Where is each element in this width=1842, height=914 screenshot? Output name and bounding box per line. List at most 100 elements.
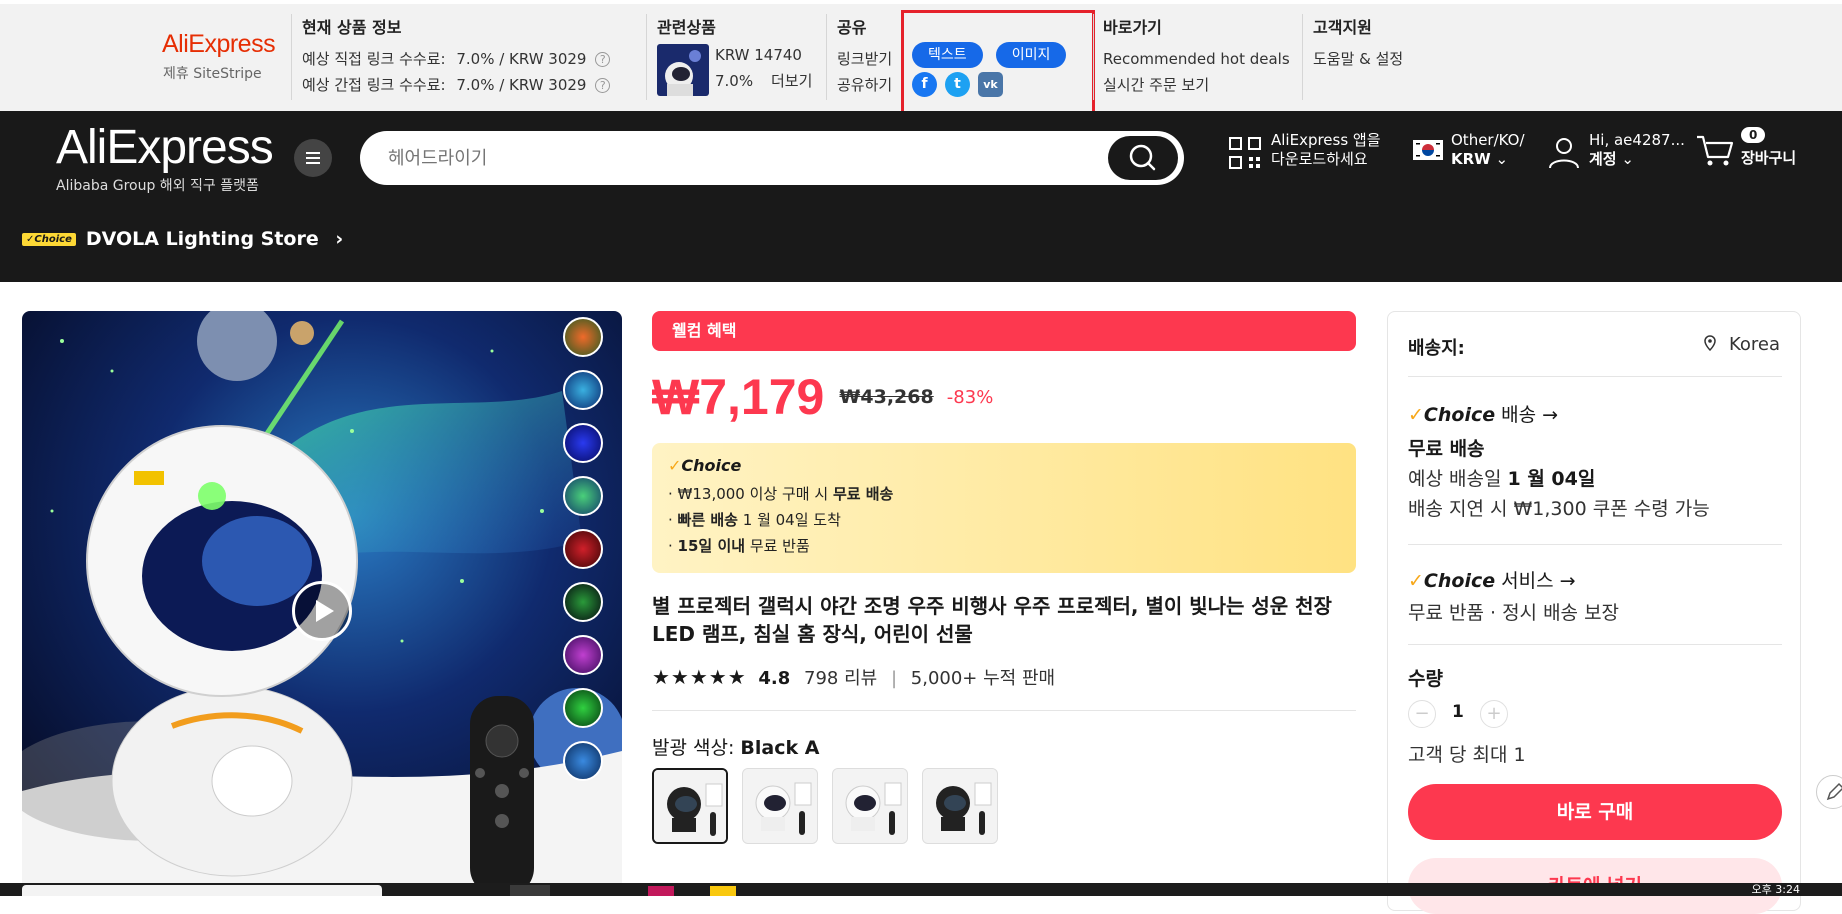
help-icon[interactable]: ? <box>595 78 611 93</box>
direct-commission-label: 예상 직접 링크 수수료: <box>302 50 446 68</box>
cart-button[interactable]: 0 장바구니 <box>1695 127 1797 168</box>
review-count[interactable]: 798 리뷰 <box>804 668 877 689</box>
direct-commission-value: 7.0% / KRW 3029 <box>456 50 587 68</box>
related-products: 관련상품 KRW 14740 7.0% 더보기 <box>657 14 817 104</box>
divider <box>646 14 647 100</box>
sold-count: 5,000+ 누적 판매 <box>910 668 1056 689</box>
sitestripe-subtitle: 제휴 SiteStripe <box>163 66 262 82</box>
taskbar-search[interactable] <box>22 885 382 896</box>
current-product-info: 현재 상품 정보 예상 직접 링크 수수료: 7.0% / KRW 3029 ?… <box>302 14 611 98</box>
thumbnail[interactable] <box>563 741 603 781</box>
choice-service-link[interactable]: ✓Choice 서비스 → <box>1408 566 1576 593</box>
account-menu[interactable]: Hi, ae4287... 계정 ⌄ <box>1547 131 1685 169</box>
site-header: AliExpress Alibaba Group 해외 직구 플랫폼 AliEx… <box>0 111 1842 282</box>
edit-button[interactable] <box>1816 775 1842 809</box>
app-download[interactable]: AliExpress 앱을 다운로드하세요 <box>1229 131 1381 169</box>
location-text: Korea <box>1728 334 1780 355</box>
region-selector[interactable]: Other/KO/ KRW ⌄ <box>1413 131 1525 169</box>
cart-icon <box>1697 135 1734 166</box>
search-button[interactable] <box>1108 136 1178 180</box>
quantity-value[interactable]: 1 <box>1452 702 1464 722</box>
system-clock[interactable]: 오후 3:24 <box>1752 881 1800 897</box>
selected-color: Black A <box>740 737 820 759</box>
variant-white-b[interactable] <box>832 768 908 844</box>
thumbnail[interactable] <box>563 423 603 463</box>
play-video-button[interactable] <box>292 581 352 641</box>
welcome-banner: 웰컴 혜택 <box>652 311 1356 351</box>
related-product-thumbnail[interactable] <box>657 44 709 96</box>
choice-badge: ✓Choice <box>22 233 76 246</box>
purchase-panel: 배송지: Korea ✓Choice 배송 → 무료 배송 예상 배송일 1 월… <box>1387 311 1801 914</box>
get-link-label: 링크받기 <box>837 50 893 68</box>
share-title: 공유 <box>837 18 867 37</box>
divider <box>1302 14 1303 100</box>
taskbar-app[interactable] <box>710 886 736 896</box>
search-bar <box>360 131 1184 185</box>
qr-code-icon <box>1229 137 1261 169</box>
divider <box>1408 376 1782 377</box>
price-block: ₩7,179 ₩43,268 -83% <box>652 368 993 426</box>
play-icon <box>316 600 334 622</box>
divider <box>1093 14 1094 100</box>
account-greeting: Hi, ae4287... <box>1589 131 1685 149</box>
decrease-button[interactable]: − <box>1408 700 1436 728</box>
menu-button[interactable] <box>294 139 332 177</box>
sitestripe-logo[interactable]: AliExpress 제휴 SiteStripe <box>162 30 290 83</box>
indirect-commission-value: 7.0% / KRW 3029 <box>456 76 587 94</box>
thumbnail[interactable] <box>563 476 603 516</box>
ship-location[interactable]: Korea <box>1703 334 1780 355</box>
aliexpress-logo[interactable]: AliExpress Alibaba Group 해외 직구 플랫폼 <box>56 121 274 195</box>
choice-benefits[interactable]: ✓Choice · ₩13,000 이상 구매 시 무료 배송 · 빠른 배송 … <box>652 443 1356 573</box>
divider <box>826 14 827 100</box>
divider <box>1408 644 1782 645</box>
free-shipping: 무료 배송 <box>1408 438 1485 460</box>
gallery-thumbnails <box>563 317 607 794</box>
thumbnail[interactable] <box>563 529 603 569</box>
choice-shipping-link[interactable]: ✓Choice 배송 → <box>1408 400 1558 427</box>
rating-row[interactable]: ★★★★★ 4.8 798 리뷰 | 5,000+ 누적 판매 <box>652 664 1055 690</box>
logo-tagline: Alibaba Group 해외 직구 플랫폼 <box>56 178 259 194</box>
related-rate: 7.0% <box>715 72 754 90</box>
store-link[interactable]: ✓Choice DVOLA Lighting Store › <box>22 228 343 250</box>
variant-white[interactable] <box>742 768 818 844</box>
chevron-down-icon: ⌄ <box>1495 150 1509 168</box>
buy-now-button[interactable]: 바로 구매 <box>1408 784 1782 840</box>
taskbar-app[interactable] <box>510 885 550 896</box>
service-description: 무료 반품 · 정시 배송 보장 <box>1408 602 1620 624</box>
thumbnail[interactable] <box>563 635 603 675</box>
benefit-free-shipping: · ₩13,000 이상 구매 시 무료 배송 <box>668 485 894 503</box>
thumbnail[interactable] <box>563 688 603 728</box>
increase-button[interactable]: + <box>1480 700 1508 728</box>
live-orders-link[interactable]: 실시간 주문 보기 <box>1103 72 1290 98</box>
highlight-box <box>901 10 1095 114</box>
app-line1: AliExpress 앱을 <box>1271 131 1381 149</box>
app-line2: 다운로드하세요 <box>1271 150 1368 168</box>
discount-percent: -83% <box>946 386 994 408</box>
color-label: 발광 색상: Black A <box>652 737 820 759</box>
cart-label: 장바구니 <box>1741 149 1797 167</box>
shortcuts-section: 바로가기 Recommended hot deals 실시간 주문 보기 <box>1103 14 1290 98</box>
location-pin-icon <box>1703 334 1723 355</box>
separator: | <box>890 668 898 689</box>
max-per-customer: 고객 당 최대 1 <box>1408 744 1526 766</box>
taskbar-app[interactable] <box>648 886 674 896</box>
delay-coupon: 배송 지연 시 ₩1,300 쿠폰 수령 가능 <box>1408 498 1710 520</box>
thumbnail[interactable] <box>563 582 603 622</box>
share-section: 공유 링크받기 공유하기 <box>837 14 892 98</box>
thumbnail[interactable] <box>563 317 603 357</box>
divider <box>291 14 292 100</box>
more-link[interactable]: 더보기 <box>771 68 812 94</box>
os-taskbar: 오후 3:24 <box>0 883 1842 896</box>
share-label: 공유하기 <box>837 76 893 94</box>
hot-deals-link[interactable]: Recommended hot deals <box>1103 46 1290 72</box>
logo-text: AliExpress <box>56 121 274 174</box>
search-input[interactable] <box>388 141 1088 175</box>
variant-black-b[interactable] <box>922 768 998 844</box>
benefit-fast-delivery: · 빠른 배송 1 월 04일 도착 <box>668 511 841 529</box>
help-icon[interactable]: ? <box>595 52 611 67</box>
help-settings-link[interactable]: 도움말 & 설정 <box>1313 46 1403 72</box>
variant-black-a[interactable] <box>652 768 728 844</box>
product-title: 별 프로젝터 갤럭시 야간 조명 우주 비행사 우주 프로젝터, 별이 빛나는 … <box>652 594 1332 646</box>
user-icon <box>1549 138 1579 169</box>
thumbnail[interactable] <box>563 370 603 410</box>
